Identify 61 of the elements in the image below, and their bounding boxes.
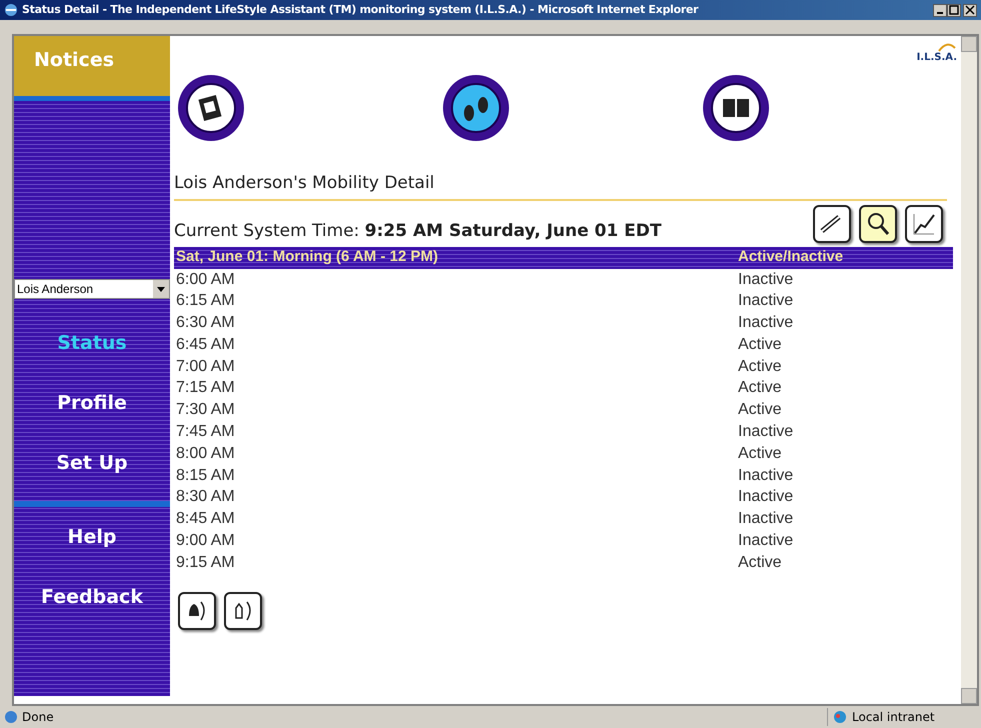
nav-link[interactable]: Set Up [56,449,128,509]
table-cell-text: 7:15 AM [175,378,236,398]
table-cell-text: 6:00 AM [175,270,236,290]
page-icon [4,710,18,724]
nav-link[interactable]: Help [68,523,116,583]
maximize-icon [948,4,960,16]
table-cell-text: 7:45 AM [175,422,236,442]
minimize-button[interactable] [933,4,947,16]
search-button[interactable] [859,204,897,242]
document-icon[interactable] [176,73,246,143]
close-button[interactable] [963,4,977,16]
table-cell-text: Inactive [738,313,794,334]
table-cell-text: Inactive [738,422,794,442]
pill-bottles-icon[interactable] [701,73,771,143]
table-cell-text: 7:00 AM [175,356,236,377]
table-cell-text: 9:15 AM [175,552,236,573]
table-cell-text: 9:00 AM [175,531,236,552]
table-cell-text: 7:30 AM [175,400,236,420]
table-cell-text: 8:30 AM [175,487,236,508]
table-cell-text: 8:45 AM [175,509,236,530]
table-cell-text: 6:30 AM [175,313,236,334]
hand-button[interactable] [224,592,262,630]
table-cell-text: Active [738,334,782,355]
table-cell-text: Inactive [738,291,794,312]
telescope-button[interactable] [813,204,851,242]
minimize-icon [937,12,943,14]
table-cell-text: Inactive [738,270,794,290]
table-cell-text: 6:15 AM [175,291,236,312]
status-text: Done [22,709,54,726]
network-icon [832,710,848,724]
table-cell-text: Active [738,444,782,464]
column-header: Active/Inactive [738,247,844,268]
maximize-button[interactable] [947,4,961,16]
user-select[interactable]: Lois Anderson [14,279,170,299]
page-heading: Lois Anderson's Mobility Detail [174,173,434,193]
nav-link[interactable]: Feedback [41,583,143,643]
chart-button[interactable] [905,204,943,242]
nav-link[interactable]: Profile [57,389,127,449]
zone-text: Local intranet [852,709,935,726]
table-cell-text: 6:45 AM [175,334,236,355]
table-cell-text: Active [738,552,782,573]
table-cell-text: Inactive [738,466,794,486]
scrollbar[interactable] [961,36,977,704]
table-cell-text: Inactive [738,531,794,552]
table-cell-text: Inactive [738,487,794,508]
bell-button[interactable] [178,592,216,630]
close-icon [964,4,976,16]
table-cell-text: Active [738,356,782,377]
table-cell-text: Active [738,378,782,398]
table-cell-text: 8:00 AM [175,444,236,464]
table-cell-text: Active [738,400,782,420]
table-cell-text: 8:15 AM [175,466,236,486]
footprints-icon[interactable] [441,73,511,143]
column-header: Sat, June 01: Morning (6 AM - 12 PM) [175,247,439,268]
search-icon [865,210,891,236]
system-time: Current System Time: 9:25 AM Saturday, June 01 EDT [174,220,662,243]
ilsa-logo: I.L.S.A. [916,42,957,65]
nav-link[interactable]: Status [57,329,127,389]
browser-icon [4,3,18,17]
window-title: Status Detail - The Independent LifeStyle Assistant (TM) monitoring system (I.L.S.A.) - Microsoft Internet Explorer [22,2,698,18]
table-cell-text: Inactive [738,509,794,530]
